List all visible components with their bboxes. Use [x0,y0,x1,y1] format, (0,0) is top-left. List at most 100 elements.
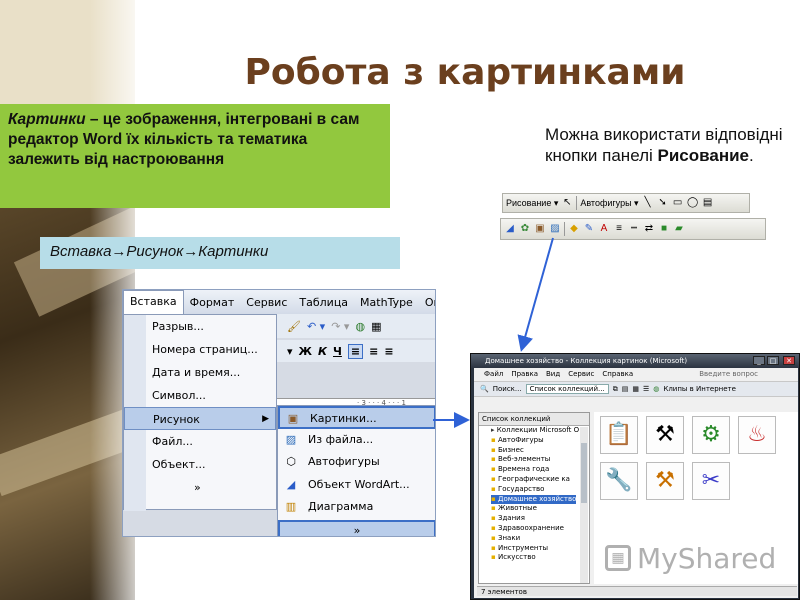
picture-icon[interactable]: ▨ [549,223,561,235]
textbox-tool-icon[interactable]: ▤ [702,197,714,209]
word-standard-toolbar: 🖌 ↶ ▾ ↷ ▾ ◍ ▦ [277,314,435,338]
format-painter-icon[interactable]: 🖌 [287,320,301,333]
clipart-thumbnail-tools[interactable]: ⚒ [646,416,684,454]
align-right-icon[interactable]: ≡ [384,345,393,358]
redo-icon[interactable]: ↷ ▾ [331,320,349,333]
undo-icon[interactable]: ↶ ▾ [307,320,325,333]
drawing-menu-button[interactable]: Рисование ▾ [506,198,558,209]
menu-item-file[interactable]: Файл... [124,430,276,453]
tree-item[interactable]: Знаки [491,534,589,544]
menu-format[interactable]: Формат [184,296,241,309]
maximize-icon[interactable]: □ [767,356,779,365]
italic-button[interactable]: К [318,345,327,358]
tree-item[interactable]: Времена года [491,465,589,475]
align-center-icon[interactable]: ≡ [369,345,378,358]
submenu-more-button[interactable]: » [278,519,435,536]
tree-item[interactable]: Здравоохранение [491,524,589,534]
dash-style-icon[interactable]: ┅ [628,223,640,235]
hyperlink-icon[interactable]: ◍ [355,320,365,333]
paste-icon[interactable]: ▤ [622,385,629,393]
menu-service[interactable]: Сервис [240,296,293,309]
close-icon[interactable]: ✕ [783,356,795,365]
underline-button[interactable]: Ч [333,345,342,358]
clip-menu-help[interactable]: Справка [602,368,633,381]
clipart-toolbar: 🔍 Поиск... Список коллекций... ⧉ ▤ ▦ ☰ ◍… [474,381,798,397]
clipart-thumbnail-pliers[interactable]: ✂ [692,462,730,500]
collection-list-header: Список коллекций [479,413,589,426]
submenu-item-from-file[interactable]: ▨ Из файла... [278,429,435,452]
minimize-icon[interactable]: _ [753,356,765,365]
tree-root[interactable]: Коллекции Microsoft O [491,426,589,436]
menu-mathtype[interactable]: MathType [354,296,419,309]
line-tool-icon[interactable]: ╲ [642,197,654,209]
diagram-icon[interactable]: ✿ [519,223,531,235]
collection-list-button[interactable]: Список коллекций... [525,384,609,394]
submenu-item-wordart[interactable]: ◢ Объект WordArt... [278,474,435,497]
search-button[interactable]: Поиск... [493,385,522,393]
tree-item[interactable]: Инструменты [491,544,589,554]
menu-item-object[interactable]: Объект... [124,453,276,476]
arrow-tool-icon[interactable]: ➘ [657,197,669,209]
tree-item[interactable]: Здания [491,514,589,524]
line-style-icon[interactable]: ≡ [613,223,625,235]
menu-item-symbol[interactable]: Символ... [124,384,276,407]
3d-style-icon[interactable]: ▰ [673,223,685,235]
menu-item-break[interactable]: Разрыв... [124,315,276,338]
clip-menu-edit[interactable]: Правка [511,368,538,381]
globe-icon[interactable]: ◍ [653,385,659,393]
tree-item[interactable]: Бизнес [491,446,589,456]
menu-table[interactable]: Таблица [293,296,354,309]
arrow-style-icon[interactable]: ⇄ [643,223,655,235]
submenu-item-autoshapes[interactable]: ⬡ Автофигуры [278,451,435,474]
menu-item-picture[interactable]: Рисунок ▶ [124,407,276,430]
collection-scrollbar[interactable] [580,427,588,583]
wordart-icon[interactable]: ◢ [504,223,516,235]
tree-item[interactable]: Животные [491,504,589,514]
clipart-icon[interactable]: ▣ [534,223,546,235]
tree-item[interactable]: Веб-элементы [491,455,589,465]
submenu-item-chart-label: Диаграмма [308,500,374,513]
bold-button[interactable]: Ж [299,345,312,358]
menu-more-button[interactable]: » [124,476,276,499]
tree-item-selected[interactable]: Домашнее хозяйство [491,494,577,505]
list-view-icon[interactable]: ☰ [643,385,649,393]
tree-item[interactable]: Государство [491,485,589,495]
shadow-icon[interactable]: ■ [658,223,670,235]
menu-item-page-numbers[interactable]: Номера страниц... [124,338,276,361]
menu-item-date-time[interactable]: Дата и время... [124,361,276,384]
line-color-icon[interactable]: ✎ [583,223,595,235]
submenu-item-autoshapes-label: Автофигуры [308,455,380,468]
picture-submenu: ▣ Картинки... ▨ Из файла... ⬡ Автофигуры… [277,405,435,536]
align-left-icon[interactable]: ≡ [347,343,364,359]
rectangle-tool-icon[interactable]: ▭ [672,197,684,209]
clipart-thumbnail-wrench[interactable]: 🔧 [600,462,638,500]
menu-insert[interactable]: Вставка [123,290,184,314]
clip-menu-service[interactable]: Сервис [568,368,594,381]
fill-color-icon[interactable]: ◆ [568,223,580,235]
clip-menu-file[interactable]: Файл [484,368,503,381]
online-clips-button[interactable]: Клипы в Интернете [663,385,736,393]
copy-icon[interactable]: ⧉ [613,385,618,394]
oval-tool-icon[interactable]: ◯ [687,197,699,209]
tree-item[interactable]: Географические ка [491,475,589,485]
menu-window[interactable]: Окно [419,296,435,309]
search-icon[interactable]: 🔍 [480,385,489,393]
dropdown-arrow-icon[interactable]: ▾ [287,345,293,358]
clip-menu-view[interactable]: Вид [546,368,560,381]
tables-icon[interactable]: ▦ [371,320,381,333]
clipart-thumbnail-clipboard[interactable]: 📋 [600,416,638,454]
toolbar-separator [576,196,578,210]
font-color-icon[interactable]: A [598,223,610,235]
tree-item[interactable]: АвтоФигуры [491,436,589,446]
clipart-thumbnail-clamp[interactable]: ⚒ [646,462,684,500]
ask-question-field[interactable]: Введите вопрос [699,368,758,381]
clipart-thumbnail-meter[interactable]: ⚙ [692,416,730,454]
thumbnails-icon[interactable]: ▦ [632,385,639,393]
select-pointer-icon[interactable]: ↖ [561,197,573,209]
autoshapes-menu-button[interactable]: Автофигуры ▾ [580,198,638,209]
tree-item[interactable]: Искусство [491,553,589,563]
submenu-item-clipart[interactable]: ▣ Картинки... [278,406,435,429]
scrollbar-thumb[interactable] [581,443,587,503]
submenu-item-chart[interactable]: ▥ Диаграмма [278,496,435,519]
clipart-thumbnail-iron[interactable]: ♨ [738,416,776,454]
